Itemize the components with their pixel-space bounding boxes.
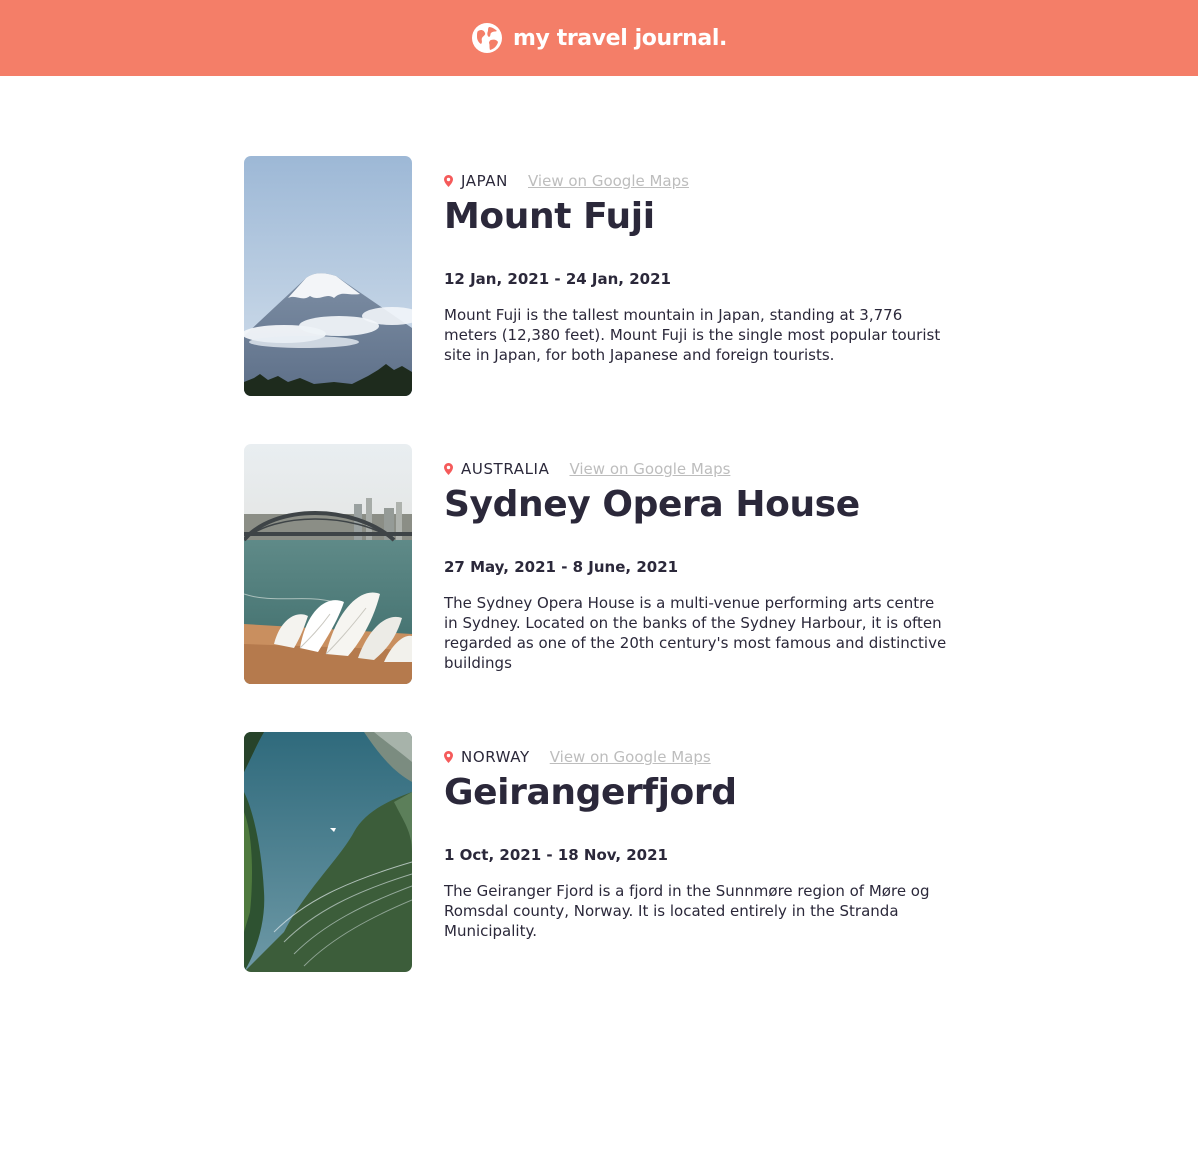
place-title: Geirangerfjord — [444, 772, 737, 813]
place-title: Sydney Opera House — [444, 484, 860, 525]
trip-dates: 27 May, 2021 - 8 June, 2021 — [444, 558, 679, 576]
header-brand: my travel journal. — [471, 22, 727, 54]
app-title: my travel journal. — [513, 25, 727, 51]
location-pin-icon — [444, 751, 453, 763]
location-row: JAPAN View on Google Maps — [444, 171, 964, 191]
place-description: The Sydney Opera House is a multi-venue … — [444, 594, 947, 672]
place-description: The Geiranger Fjord is a fjord in the Su… — [444, 882, 930, 940]
entry-photo — [244, 156, 412, 396]
country-label: NORWAY — [461, 748, 530, 766]
journal-entry-sydney-opera-house: AUSTRALIA View on Google Maps Sydney Ope… — [244, 444, 964, 684]
location-pin-icon — [444, 463, 453, 475]
globe-icon — [472, 23, 502, 53]
entry-photo — [244, 444, 412, 684]
trip-dates: 1 Oct, 2021 - 18 Nov, 2021 — [444, 846, 668, 864]
entry-info: JAPAN View on Google Maps Mount Fuji 12 … — [444, 156, 964, 396]
geirangerfjord-photo — [244, 732, 412, 972]
location-row: NORWAY View on Google Maps — [444, 747, 964, 767]
country-label: AUSTRALIA — [461, 460, 550, 478]
location-pin-icon — [444, 175, 453, 187]
journal-entries: JAPAN View on Google Maps Mount Fuji 12 … — [244, 156, 964, 1020]
country-label: JAPAN — [461, 172, 508, 190]
place-description: Mount Fuji is the tallest mountain in Ja… — [444, 306, 941, 364]
place-title: Mount Fuji — [444, 196, 655, 237]
entry-info: NORWAY View on Google Maps Geirangerfjor… — [444, 732, 964, 972]
google-maps-link[interactable]: View on Google Maps — [528, 172, 689, 190]
sydney-opera-house-photo — [244, 444, 412, 684]
app-header: my travel journal. — [0, 0, 1198, 76]
location-row: AUSTRALIA View on Google Maps — [444, 459, 964, 479]
google-maps-link[interactable]: View on Google Maps — [550, 748, 711, 766]
journal-entry-geirangerfjord: NORWAY View on Google Maps Geirangerfjor… — [244, 732, 964, 972]
trip-dates: 12 Jan, 2021 - 24 Jan, 2021 — [444, 270, 671, 288]
google-maps-link[interactable]: View on Google Maps — [569, 460, 730, 478]
mount-fuji-photo — [244, 156, 412, 396]
entry-info: AUSTRALIA View on Google Maps Sydney Ope… — [444, 444, 964, 684]
journal-entry-mount-fuji: JAPAN View on Google Maps Mount Fuji 12 … — [244, 156, 964, 396]
entry-photo — [244, 732, 412, 972]
